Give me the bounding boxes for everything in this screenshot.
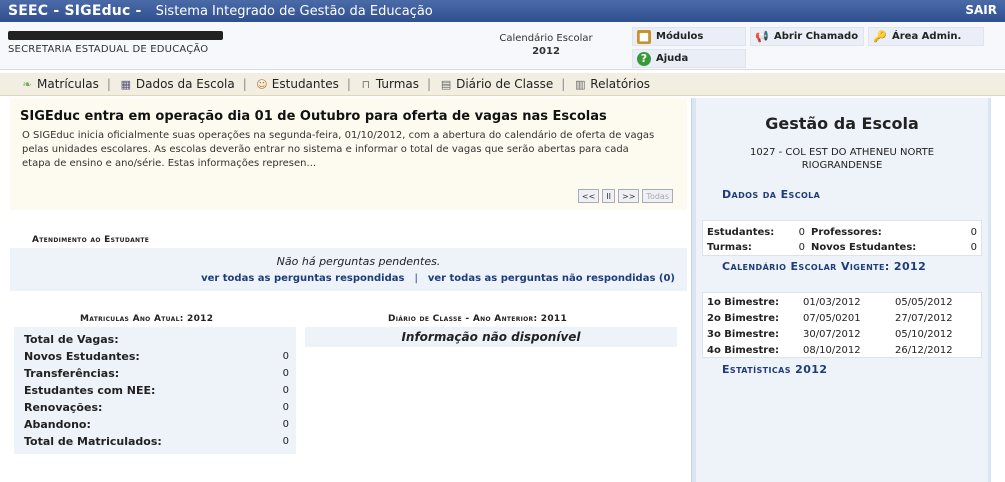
user-name-redacted	[8, 30, 223, 43]
modulos-button[interactable]: ■ Módulos	[632, 27, 746, 46]
ajuda-label: Ajuda	[656, 53, 689, 64]
table-row: Renovações: 0	[24, 401, 289, 414]
main-menu: ❧ Matrículas | ▦ Dados da Escola | ☺ Est…	[0, 73, 1005, 96]
calendar-info: Calendário Escolar 2012	[486, 32, 606, 58]
news-title[interactable]: SIGEduc entra em operação dia 01 de Outu…	[10, 98, 687, 124]
stat-professores: 0	[970, 227, 977, 238]
menu-label: Matrículas	[37, 77, 99, 91]
table-row: Total de Vagas:	[24, 333, 119, 346]
stat-turmas: 0	[798, 242, 805, 253]
info-header: SECRETARIA ESTADUAL DE EDUCAÇÃO Calendár…	[0, 22, 1005, 70]
school-name: 1027 - COL EST DO ATHENEU NORTE RIOGRAND…	[749, 147, 935, 171]
app-subtitle: Sistema Integrado de Gestão da Educação	[155, 3, 433, 19]
news-pause-button[interactable]: II	[602, 189, 616, 203]
classes-icon: ⊓	[361, 77, 371, 91]
calendar-year: 2012	[532, 46, 560, 57]
news-prev-button[interactable]: <<	[577, 189, 600, 203]
menu-estudantes[interactable]: ☺ Estudantes	[255, 77, 339, 91]
logout-link[interactable]: SAIR	[965, 3, 997, 17]
key-icon: 🔑	[873, 30, 887, 43]
stat-estudantes: 0	[798, 227, 805, 238]
estatisticas-heading[interactable]: Estatísticas 2012	[722, 363, 827, 376]
news-body: O SIGEduc inicia oficialmente suas opera…	[22, 130, 655, 169]
menu-diario-classe[interactable]: ▤ Diário de Classe	[439, 77, 553, 91]
gestao-title: Gestão da Escola	[765, 114, 919, 133]
secretaria-label: SECRETARIA ESTADUAL DE EDUCAÇÃO	[8, 44, 209, 55]
menu-matriculas[interactable]: ❧ Matrículas	[20, 77, 99, 91]
school-icon: ▦	[120, 77, 132, 91]
atendimento-box: Não há perguntas pendentes. ver todas as…	[10, 248, 687, 291]
matriculas-icon: ❧	[22, 77, 32, 91]
dados-escola-heading[interactable]: Dados da Escola	[722, 188, 820, 201]
report-icon: ▥	[575, 77, 586, 91]
diario-message: Informação não disponível	[305, 327, 677, 347]
calendar-label: Calendário Escolar	[499, 33, 593, 44]
menu-turmas[interactable]: ⊓ Turmas	[359, 77, 419, 91]
menu-dados-escola[interactable]: ▦ Dados da Escola	[119, 77, 235, 91]
menu-label: Relatórios	[590, 77, 651, 91]
answered-questions-link[interactable]: ver todas as perguntas respondidas	[201, 273, 404, 284]
school-stats-box: Estudantes: 0 Professores: 0 Turmas: 0 N…	[702, 220, 982, 256]
top-bar: SEEC - SIGEduc - Sistema Integrado de Ge…	[0, 0, 1005, 22]
area-admin-button[interactable]: 🔑 Área Admin.	[868, 27, 984, 46]
diary-icon: ▤	[440, 77, 452, 91]
menu-label: Dados da Escola	[135, 77, 235, 91]
atendimento-caption: Atendimento ao Estudante	[32, 235, 150, 245]
menu-relatorios[interactable]: ▥ Relatórios	[573, 77, 650, 91]
table-row: Novos Estudantes: 0	[24, 350, 289, 363]
cube-icon: ■	[637, 29, 651, 44]
ajuda-button[interactable]: ? Ajuda	[632, 49, 746, 68]
atendimento-message: Não há perguntas pendentes.	[276, 255, 441, 268]
calendario-heading[interactable]: Calendário Escolar Vigente: 2012	[722, 260, 926, 273]
help-icon: ?	[637, 51, 651, 66]
diario-caption: Diário de Classe - Ano Anterior: 2011	[388, 314, 568, 324]
menu-label: Turmas	[375, 77, 420, 91]
gestao-panel: Gestão da Escola 1027 - COL EST DO ATHEN…	[691, 98, 991, 482]
matriculas-table: Total de Vagas: Novos Estudantes: 0 Trans…	[14, 327, 296, 454]
abrir-chamado-button[interactable]: 📢 Abrir Chamado	[750, 27, 864, 46]
table-row: Transferências: 0	[24, 367, 289, 380]
megaphone-icon: 📢	[755, 30, 769, 43]
modulos-label: Módulos	[656, 31, 704, 42]
news-controls: << II >> Todas	[577, 189, 673, 203]
stat-novos: 0	[970, 242, 977, 253]
news-next-button[interactable]: >>	[618, 189, 640, 203]
news-panel: SIGEduc entra em operação dia 01 de Outu…	[10, 98, 687, 210]
unanswered-questions-link[interactable]: ver todas as perguntas não respondidas (…	[428, 273, 675, 284]
table-row: Total de Matriculados: 0	[24, 435, 289, 448]
table-row: Estudantes com NEE: 0	[24, 384, 289, 397]
students-icon: ☺	[256, 77, 268, 91]
table-row: Abandono: 0	[24, 418, 289, 431]
area-admin-label: Área Admin.	[892, 31, 962, 42]
abrir-chamado-label: Abrir Chamado	[774, 31, 859, 42]
atendimento-links: ver todas as perguntas respondidas | ver t…	[201, 273, 675, 284]
menu-label: Diário de Classe	[456, 77, 554, 91]
app-brand: SEEC - SIGEduc -	[8, 3, 142, 19]
gestao-inner: Gestão da Escola 1027 - COL EST DO ATHEN…	[696, 98, 988, 482]
menu-label: Estudantes	[271, 77, 339, 91]
bimestres-box: 1o Bimestre: 01/03/2012 05/05/2012 2o Bime…	[702, 292, 982, 358]
news-all-button[interactable]: Todas	[642, 189, 673, 203]
matriculas-caption: Matriculas Ano Atual: 2012	[80, 314, 214, 324]
